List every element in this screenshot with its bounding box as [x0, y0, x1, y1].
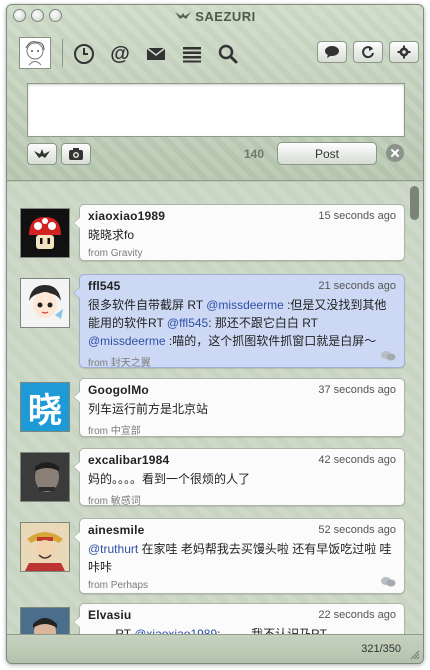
status-bubble[interactable]: excalibar1984 42 seconds ago 妈的。。。。看到一个很… [73, 448, 405, 507]
conversation-icon[interactable] [380, 350, 396, 362]
photo-avatar-icon [21, 453, 69, 501]
speech-bubble-icon [325, 46, 339, 58]
sketch-avatar-icon [25, 41, 45, 66]
status-bubble[interactable]: xiaoxiao1989 15 seconds ago 晓晓求fo from G… [73, 204, 405, 261]
mushroom-avatar-icon [21, 209, 69, 257]
photo-avatar-icon [21, 608, 69, 636]
clock-icon [74, 44, 94, 64]
search-tab[interactable] [215, 41, 241, 67]
conversation-icon[interactable] [380, 576, 396, 588]
status-time: 37 seconds ago [318, 384, 396, 396]
text-segment: : 那还不跟它白白 RT [208, 316, 318, 330]
bird-logo-icon [175, 12, 192, 19]
own-avatar[interactable] [19, 37, 51, 69]
search-icon [218, 44, 238, 64]
avatar[interactable] [20, 208, 70, 258]
timeline-tab[interactable] [71, 41, 97, 67]
timeline-scrollbar[interactable] [410, 186, 419, 220]
avatar[interactable] [20, 278, 70, 328]
mention-link[interactable]: @truthurt [88, 542, 138, 556]
close-icon [391, 149, 399, 157]
status-time: 42 seconds ago [318, 454, 396, 466]
app-window: SAEZURI @ 140 Post xiaoxiao1989 15 secon… [6, 4, 424, 664]
clear-compose-button[interactable] [386, 144, 404, 162]
post-button[interactable]: Post [277, 142, 377, 165]
anime-avatar-icon [21, 523, 69, 571]
status-text: 妈的。。。。看到一个很烦的人了 [88, 472, 251, 486]
compose-textarea[interactable] [27, 83, 405, 137]
conversation-button[interactable] [317, 41, 347, 63]
settings-button[interactable] [389, 41, 419, 63]
timeline[interactable]: xiaoxiao1989 15 seconds ago 晓晓求fo from G… [7, 182, 423, 636]
list-icon [183, 47, 201, 63]
at-icon: @ [110, 43, 130, 65]
status-time: 21 seconds ago [318, 280, 396, 292]
text-segment: 很多软件自带截屏 RT [88, 298, 207, 312]
app-title: SAEZURI [7, 9, 423, 24]
status-source: from 中宣部 [88, 426, 141, 437]
header-area: SAEZURI @ 140 Post [7, 5, 423, 181]
avatar[interactable] [20, 522, 70, 572]
messages-tab[interactable] [143, 41, 169, 67]
status-bubble[interactable]: ainesmile 52 seconds ago @truthurt 在家哇 老… [73, 518, 405, 594]
resize-grip-icon[interactable] [410, 650, 420, 660]
status-time: 52 seconds ago [318, 524, 396, 536]
toolbar: @ [19, 37, 419, 69]
gear-icon [397, 45, 411, 59]
status-text: 晓晓求fo [88, 228, 135, 242]
bird-icon [34, 149, 50, 158]
svg-text:@: @ [110, 43, 130, 65]
mention-link[interactable]: @missdeerme [206, 298, 284, 312]
status-text: 列车运行前方是北京站 [88, 402, 209, 416]
status-source: from 封天之翼 [88, 358, 151, 369]
status-time: 22 seconds ago [318, 609, 396, 621]
shorten-url-button[interactable] [27, 143, 57, 165]
status-text: 很多软件自带截屏 RT @missdeerme :但是又没找到其他能用的软件RT… [88, 296, 396, 350]
anime-avatar-icon [21, 279, 69, 327]
status-bar: 321/350 [7, 634, 423, 663]
app-title-text: SAEZURI [195, 9, 256, 24]
upload-image-button[interactable] [61, 143, 91, 165]
lists-tab[interactable] [179, 41, 205, 67]
character-counter: 140 [244, 147, 265, 161]
avatar[interactable] [20, 607, 70, 636]
avatar-character: 晓 [28, 391, 62, 430]
avatar[interactable] [20, 452, 70, 502]
mention-link[interactable]: @ffl545 [167, 316, 208, 330]
status-source: from Perhaps [88, 580, 149, 591]
status-time: 15 seconds ago [318, 210, 396, 222]
toolbar-divider [62, 39, 63, 67]
status-bubble[interactable]: Elvasiu 22 seconds ago → →RT @xiaoxiao19… [73, 603, 405, 636]
mentions-tab[interactable]: @ [107, 41, 133, 67]
camera-icon [69, 148, 83, 160]
status-source: from 敏感词 [88, 496, 141, 507]
avatar[interactable]: 晓 [20, 382, 70, 432]
api-rate-count: 321/350 [361, 643, 401, 655]
mention-link[interactable]: @missdeerme [88, 334, 166, 348]
status-bubble[interactable]: GoogolMo 37 seconds ago 列车运行前方是北京站 from … [73, 378, 405, 437]
status-bubble[interactable]: ffl545 21 seconds ago 很多软件自带截屏 RT @missd… [73, 274, 405, 369]
refresh-button[interactable] [353, 41, 383, 63]
status-item[interactable]: Elvasiu 22 seconds ago → →RT @xiaoxiao19… [7, 603, 423, 636]
refresh-icon [362, 46, 374, 59]
status-source: from Gravity [88, 248, 143, 259]
status-item[interactable]: ffl545 21 seconds ago 很多软件自带截屏 RT @missd… [7, 274, 423, 374]
text-segment: :喵的，这个抓图软件抓窗口就是白屏～ [165, 334, 377, 348]
status-text: @truthurt 在家哇 老妈帮我去买馒头啦 还有早饭吃过啦 哇咔咔 [88, 540, 396, 576]
envelope-icon [146, 47, 166, 60]
